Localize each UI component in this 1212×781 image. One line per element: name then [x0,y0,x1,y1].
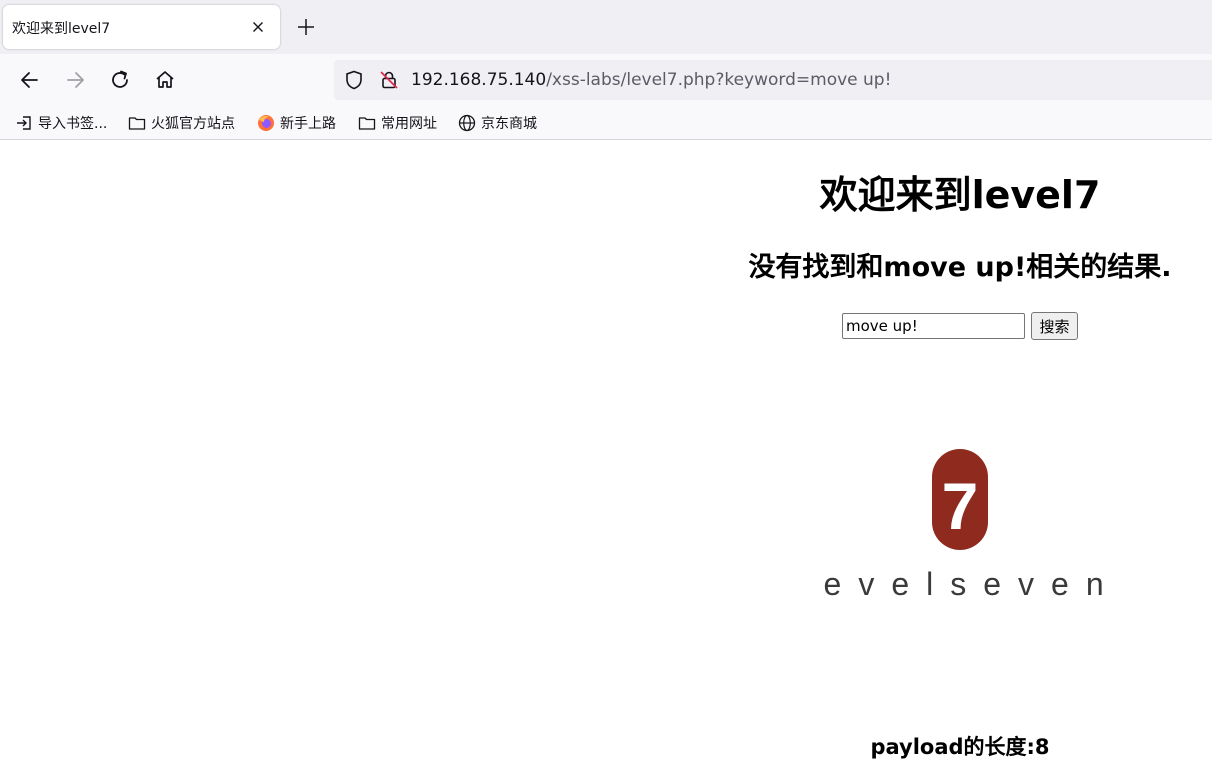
logo-text: levelseven [810,566,1110,602]
bookmark-label: 常用网址 [381,116,437,132]
forward-icon[interactable] [62,67,88,93]
back-icon[interactable] [17,67,43,93]
bookmark-getting-started[interactable]: 新手上路 [257,113,336,133]
folder-icon [128,117,146,130]
logo-number: 7 [942,469,979,543]
bookmark-label: 导入书签... [38,116,108,132]
close-icon[interactable] [248,17,268,37]
bookmarks-toolbar: 导入书签... 火狐官方站点 新手上路 常用网址 京东商城 [0,106,1212,140]
level-seven-logo: 7 levelseven [810,449,1110,602]
tab-bar: 欢迎来到level7 [0,0,1212,54]
firefox-icon [258,115,274,131]
bookmark-common-sites[interactable]: 常用网址 [358,113,437,133]
search-button[interactable]: 搜索 [1031,312,1078,340]
new-tab-icon[interactable] [296,17,316,37]
search-result-message: 没有找到和move up!相关的结果. [748,252,1172,283]
search-input[interactable] [842,313,1025,339]
bookmark-jd[interactable]: 京东商城 [458,113,537,133]
import-icon [17,116,31,130]
tab-title: 欢迎来到level7 [12,21,111,37]
globe-icon [458,114,476,132]
bookmark-label: 火狐官方站点 [151,116,235,132]
bookmark-import[interactable]: 导入书签... [15,113,107,133]
bookmark-firefox-sites[interactable]: 火狐官方站点 [128,113,235,133]
payload-length: payload的长度:8 [870,735,1050,759]
bookmark-label: 京东商城 [481,116,537,132]
url-path: /xss-labs/level7.php?keyword=move up! [546,70,892,90]
reload-icon[interactable] [107,67,133,93]
folder-icon [358,117,376,130]
home-icon[interactable] [152,67,178,93]
address-bar[interactable]: 192.168.75.140/xss-labs/level7.php?keywo… [334,60,1212,100]
page-content: 欢迎来到level7 没有找到和move up!相关的结果. 搜索 7 leve… [0,141,1212,781]
page-title: 欢迎来到level7 [819,173,1101,217]
bookmark-label: 新手上路 [280,116,336,132]
shield-icon[interactable] [343,69,365,91]
tab-active[interactable]: 欢迎来到level7 [3,5,280,49]
insecure-lock-icon[interactable] [378,69,400,91]
url-text[interactable]: 192.168.75.140/xss-labs/level7.php?keywo… [411,70,891,90]
navigation-bar: 192.168.75.140/xss-labs/level7.php?keywo… [0,54,1212,106]
url-host: 192.168.75.140 [411,70,547,90]
